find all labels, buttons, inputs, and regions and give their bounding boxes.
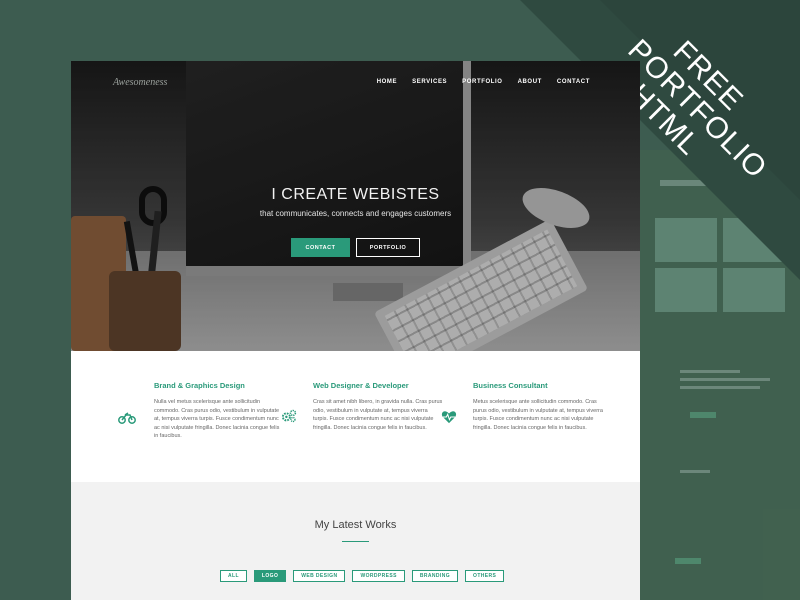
preview-heading <box>660 180 720 186</box>
preview-button <box>675 558 701 564</box>
gears-icon <box>281 409 297 423</box>
preview-tile <box>655 218 717 262</box>
service-brand: Brand & Graphics Design Nulla vel metus … <box>154 381 284 441</box>
service-text: Metus scelerisque ante sollicitudin comm… <box>473 399 603 431</box>
filter-others[interactable]: OTHERS <box>465 570 505 582</box>
nav-portfolio[interactable]: PORTFOLIO <box>462 79 502 85</box>
works-section: My Latest Works ALL LOGO WEB DESIGN WORD… <box>71 482 640 600</box>
service-title: Brand & Graphics Design <box>154 381 245 390</box>
service-consult: Business Consultant Metus scelerisque an… <box>473 381 603 432</box>
hero-title: I CREATE WEBISTES <box>271 186 440 203</box>
service-web: Web Designer & Developer Cras sit amet n… <box>313 381 443 432</box>
preview-text <box>680 370 740 373</box>
service-text: Cras sit amet nibh libero, in gravida nu… <box>313 399 443 431</box>
preview-tile <box>723 218 785 262</box>
service-text: Nulla vel metus scelerisque ante sollici… <box>154 399 280 439</box>
heartbeat-icon <box>441 411 457 424</box>
preview-text <box>680 470 710 473</box>
nav-services[interactable]: SERVICES <box>412 79 447 85</box>
preview-tile <box>723 268 785 312</box>
title-divider <box>342 541 369 542</box>
preview-tile <box>655 268 717 312</box>
works-filters: ALL LOGO WEB DESIGN WORDPRESS BRANDING O… <box>220 570 505 582</box>
services-section: Brand & Graphics Design Nulla vel metus … <box>71 351 640 482</box>
filter-wordpress[interactable]: WORDPRESS <box>352 570 405 582</box>
filter-all[interactable]: ALL <box>220 570 247 582</box>
hero-section: Awesomeness HOME SERVICES PORTFOLIO ABOU… <box>71 61 640 351</box>
nav-about[interactable]: ABOUT <box>518 79 542 85</box>
works-title: My Latest Works <box>314 519 397 531</box>
contact-button[interactable]: CONTACT <box>291 238 350 257</box>
nav-home[interactable]: HOME <box>377 79 397 85</box>
nav-contact[interactable]: CONTACT <box>557 79 590 85</box>
portfolio-button[interactable]: PORTFOLIO <box>356 238 420 257</box>
service-title: Business Consultant <box>473 381 548 390</box>
nav-menu: HOME SERVICES PORTFOLIO ABOUT CONTACT <box>377 79 590 85</box>
background-preview <box>620 150 800 600</box>
service-title: Web Designer & Developer <box>313 381 409 390</box>
hero-subtitle: that communicates, connects and engages … <box>259 209 452 218</box>
motorbike-icon <box>118 412 136 424</box>
filter-web-design[interactable]: WEB DESIGN <box>293 570 346 582</box>
preview-text <box>680 378 770 381</box>
filter-branding[interactable]: BRANDING <box>411 570 459 582</box>
filter-logo[interactable]: LOGO <box>253 570 287 582</box>
navbar: Awesomeness HOME SERVICES PORTFOLIO ABOU… <box>71 61 640 105</box>
preview-text <box>680 386 760 389</box>
portfolio-page: Awesomeness HOME SERVICES PORTFOLIO ABOU… <box>71 61 640 600</box>
hero-buttons: CONTACT PORTFOLIO <box>291 238 420 257</box>
site-logo[interactable]: Awesomeness <box>113 77 167 88</box>
preview-button <box>690 412 716 418</box>
